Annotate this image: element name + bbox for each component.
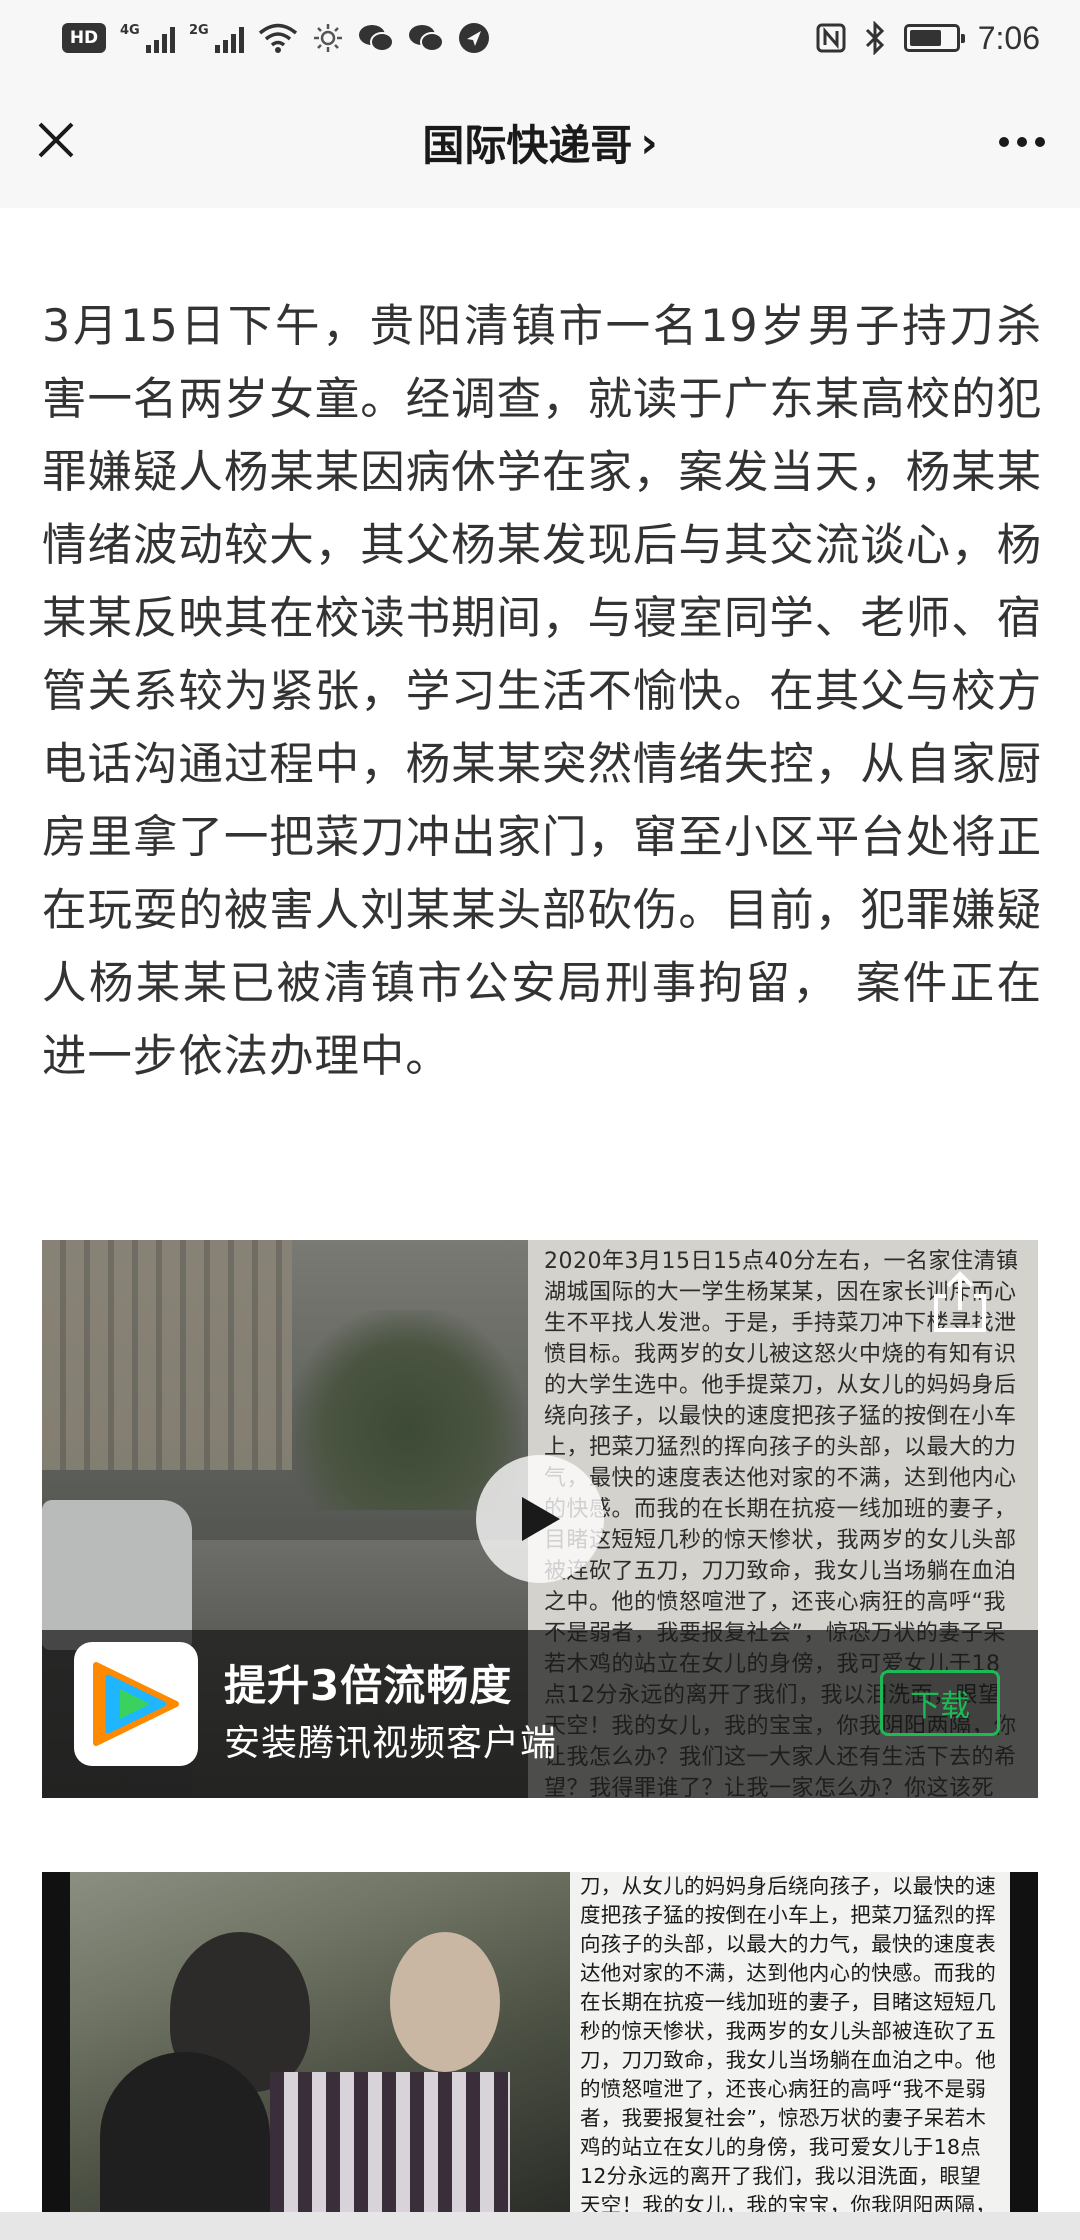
nav-bar: 国际快递哥 › (0, 76, 1080, 208)
network-2g-label: 2G (189, 23, 209, 38)
promo-title: 提升3倍流畅度 (224, 1661, 513, 1710)
wechat-icon (359, 25, 394, 52)
image-overlay-text: 刀，从女儿的妈妈身后绕向孩子，以最快的速度把孩子猛的按倒在小车上，把菜刀猛烈的挥… (580, 1874, 996, 2212)
tencent-video-icon (93, 1662, 179, 1746)
more-button[interactable] (990, 110, 1054, 174)
video-building (42, 1240, 292, 1470)
account-title-link[interactable]: 国际快递哥 › (422, 112, 657, 173)
article-image[interactable]: 刀，从女儿的妈妈身后绕向孩子，以最快的速度把孩子猛的按倒在小车上，把菜刀猛烈的挥… (42, 1872, 1038, 2212)
page-title: 国际快递哥 (422, 120, 633, 170)
battery-level (909, 30, 941, 46)
nfc-icon (816, 23, 846, 53)
close-icon (38, 122, 74, 158)
tencent-video-logo[interactable] (74, 1642, 198, 1766)
hd-icon: HD (62, 23, 106, 53)
play-icon (522, 1497, 560, 1541)
image-text-panel: 刀，从女儿的妈妈身后绕向孩子，以最快的速度把孩子猛的按倒在小车上，把菜刀猛烈的挥… (570, 1872, 1010, 2212)
close-button[interactable] (24, 108, 88, 172)
article-paragraph: 3月15日下午，贵阳清镇市一名19岁男子持刀杀害一名两岁女童。经调查，就读于广东… (42, 301, 1042, 1082)
wifi-icon (258, 23, 298, 53)
download-button[interactable]: 下载 (880, 1670, 1000, 1736)
image-photo (70, 1872, 570, 2212)
bottom-toolbar (0, 2212, 1080, 2240)
status-bar: HD 4G 2G 7:06 (0, 0, 1080, 76)
share-icon (934, 1271, 986, 1332)
battery-icon (903, 24, 965, 52)
chevron-right-icon: › (640, 117, 658, 167)
share-button[interactable] (920, 1262, 1000, 1342)
image-person-back (100, 2052, 270, 2212)
video-car (42, 1500, 192, 1650)
video-trees (292, 1310, 522, 1510)
video-player[interactable]: 2020年3月15日15点40分左右，一名家住清镇湖城国际的大一学生杨某某，因在… (42, 1240, 1038, 1798)
image-person-plaid (270, 2072, 510, 2212)
status-icons-left: HD 4G 2G (62, 0, 490, 76)
status-time: 7:06 (977, 19, 1040, 56)
navigation-icon (459, 23, 489, 53)
status-icons-right: 7:06 (816, 20, 1040, 57)
signal-4g-icon: 4G (120, 23, 175, 53)
article-body: 3月15日下午，贵阳清镇市一名19岁男子持刀杀害一名两岁女童。经调查，就读于广东… (42, 290, 1042, 1093)
signal-2g-icon: 2G (189, 23, 244, 53)
bluetooth-icon (865, 21, 884, 55)
more-icon (999, 137, 1045, 147)
play-button[interactable] (476, 1455, 604, 1583)
wechat-icon-2 (409, 25, 444, 52)
brightness-icon (314, 24, 342, 52)
network-4g-label: 4G (120, 23, 140, 38)
promo-subtitle: 安装腾讯视频客户端 (224, 1723, 558, 1764)
image-person-masked (390, 1932, 500, 2072)
